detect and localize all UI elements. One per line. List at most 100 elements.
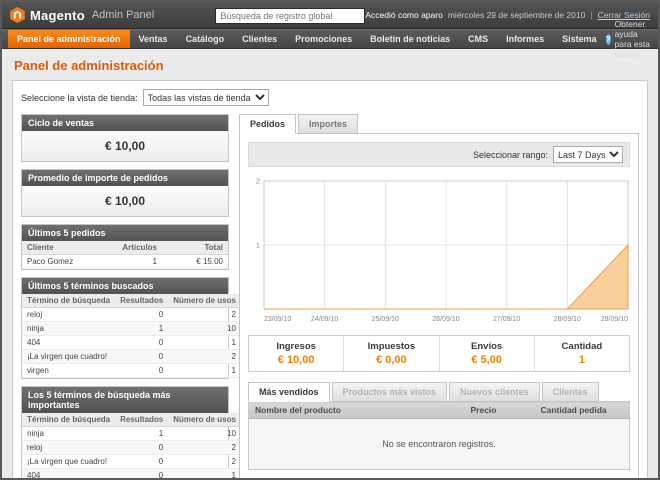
last-orders-table: ClienteArtículosTotal Paco Gomez1€ 15.00 bbox=[22, 241, 228, 269]
dashboard-frame: Seleccione la vista de tienda: Todas las… bbox=[12, 80, 648, 480]
nav-item-clientes[interactable]: Clientes bbox=[233, 30, 286, 48]
x-tick-label: 25/09/10 bbox=[372, 316, 399, 323]
nav-items: Panel de administraciónVentasCatálogoCli… bbox=[8, 30, 606, 48]
table-cell: 1 bbox=[168, 364, 241, 378]
tab-pedidos[interactable]: Pedidos bbox=[239, 114, 296, 134]
table-row[interactable]: Paco Gomez1€ 15.00 bbox=[22, 255, 228, 269]
table-cell: 2 bbox=[168, 455, 241, 469]
logo-subtext: Admin Panel bbox=[92, 9, 154, 21]
table-row[interactable]: reloj02 bbox=[22, 308, 241, 322]
table-cell: 0 bbox=[115, 469, 168, 480]
stat-label: Ingresos bbox=[251, 341, 341, 352]
box-title: Últimos 5 términos buscados bbox=[22, 278, 228, 294]
x-tick-label: 26/09/10 bbox=[432, 316, 459, 323]
table-header-row: Término de búsquedaResultadosNúmero de u… bbox=[22, 294, 241, 308]
table-cell: 404 bbox=[22, 469, 115, 480]
column-header: Cliente bbox=[22, 241, 114, 255]
help-link[interactable]: ? Obtener ayuda para esta página bbox=[606, 30, 660, 48]
table-row[interactable]: ninja110 bbox=[22, 427, 241, 441]
table-cell: 0 bbox=[115, 336, 168, 350]
top-header: Magento Admin Panel Accedió como aparo m… bbox=[2, 2, 658, 29]
table-cell: 1 bbox=[168, 336, 241, 350]
table-cell: 2 bbox=[168, 308, 241, 322]
user-area: Accedió como aparo miércoles 29 de septi… bbox=[365, 10, 650, 20]
x-tick-label: 23/09/10 bbox=[264, 316, 291, 323]
column-header: Resultados bbox=[115, 413, 168, 427]
chart-area: 1223/09/1024/09/1025/09/1026/09/1027/09/… bbox=[248, 173, 630, 329]
dashboard-sidebar: Ciclo de ventas € 10,00 Promedio de impo… bbox=[21, 114, 229, 480]
table-cell: 0 bbox=[115, 364, 168, 378]
table-cell: 10 bbox=[168, 322, 241, 336]
column-header: Término de búsqueda bbox=[22, 294, 115, 308]
stat-value: € 0,00 bbox=[346, 354, 436, 366]
table-cell: 1 bbox=[115, 322, 168, 336]
tab-productos-mas-vistos[interactable]: Productos más vistos bbox=[332, 382, 448, 402]
nav-item-panel-de-administracion[interactable]: Panel de administración bbox=[8, 30, 130, 48]
table-row[interactable]: 40401 bbox=[22, 469, 241, 480]
table-cell: 2 bbox=[168, 350, 241, 364]
top-search-terms-table: Término de búsquedaResultadosNúmero de u… bbox=[22, 413, 241, 480]
tab-nuevos-clientes[interactable]: Nuevos clientes bbox=[449, 382, 540, 402]
table-cell: 2 bbox=[168, 441, 241, 455]
y-tick-label: 2 bbox=[256, 177, 260, 186]
table-cell: 10 bbox=[168, 427, 241, 441]
table-cell: reloj bbox=[22, 441, 115, 455]
nav-item-informes[interactable]: Informes bbox=[497, 30, 553, 48]
stat-label: Cantidad bbox=[537, 341, 627, 352]
table-row[interactable]: 40401 bbox=[22, 336, 241, 350]
stat-value: 1 bbox=[537, 354, 627, 366]
nav-item-sistema[interactable]: Sistema bbox=[553, 30, 606, 48]
tab-mas-vendidos[interactable]: Más vendidos bbox=[248, 382, 330, 402]
store-view-label: Seleccione la vista de tienda: bbox=[21, 93, 138, 103]
table-cell: ¡La virgen que cuadro! bbox=[22, 350, 115, 364]
stat-ingresos: Ingresos € 10,00 bbox=[249, 336, 343, 371]
global-search-input[interactable] bbox=[215, 8, 365, 24]
nav-item-ventas[interactable]: Ventas bbox=[130, 30, 177, 48]
column-header: Total bbox=[162, 241, 228, 255]
dashboard-main: PedidosImportes Seleccionar rango: Last … bbox=[239, 114, 639, 479]
table-cell: 1 bbox=[115, 427, 168, 441]
orders-chart: 1223/09/1024/09/1025/09/1026/09/1027/09/… bbox=[248, 175, 632, 327]
store-view-select[interactable]: Todas las vistas de tienda bbox=[143, 89, 269, 106]
last-orders-box: Últimos 5 pedidos ClienteArtículosTotal … bbox=[21, 224, 229, 270]
table-row[interactable]: ¡La virgen que cuadro!02 bbox=[22, 455, 241, 469]
top-search-terms-box: Los 5 términos de búsqueda más important… bbox=[21, 386, 229, 480]
stat-value: € 5,00 bbox=[442, 354, 532, 366]
box-title: Ciclo de ventas bbox=[22, 115, 228, 131]
chart-tabs: PedidosImportes bbox=[239, 114, 639, 134]
table-cell: 0 bbox=[115, 350, 168, 364]
stat-label: Envíos bbox=[442, 341, 532, 352]
table-row[interactable]: virgen01 bbox=[22, 364, 241, 378]
nav-item-promociones[interactable]: Promociones bbox=[286, 30, 361, 48]
stat-value: € 10,00 bbox=[251, 354, 341, 366]
last-search-terms-box: Últimos 5 términos buscados Término de b… bbox=[21, 277, 229, 379]
logged-in-as: Accedió como aparo bbox=[365, 10, 443, 20]
table-row[interactable]: reloj02 bbox=[22, 441, 241, 455]
nav-item-catalogo[interactable]: Catálogo bbox=[177, 30, 234, 48]
tab-clientes[interactable]: Clientes bbox=[542, 382, 599, 402]
tab-importes[interactable]: Importes bbox=[298, 114, 358, 134]
nav-item-cms[interactable]: CMS bbox=[459, 30, 497, 48]
column-header: Nombre del producto bbox=[249, 402, 465, 419]
logo-text: Magento bbox=[30, 8, 85, 23]
empty-row: No se encontraron registros. bbox=[249, 419, 630, 470]
stat-cantidad: Cantidad 1 bbox=[534, 336, 629, 371]
nav-item-boletin-de-noticias[interactable]: Boletín de noticias bbox=[361, 30, 459, 48]
table-cell: ninja bbox=[22, 427, 115, 441]
table-cell: ninja bbox=[22, 322, 115, 336]
table-cell: Paco Gomez bbox=[22, 255, 114, 269]
box-title: Promedio de importe de pedidos bbox=[22, 170, 228, 186]
column-header: Término de búsqueda bbox=[22, 413, 115, 427]
global-search-area bbox=[215, 6, 365, 24]
current-date: miércoles 29 de septiembre de 2010 bbox=[448, 10, 586, 20]
range-select[interactable]: Last 7 Days bbox=[553, 146, 623, 163]
orders-panel: Seleccionar rango: Last 7 Days 1223/09/1… bbox=[239, 133, 639, 479]
column-header: Precio bbox=[465, 402, 535, 419]
table-header-row: ClienteArtículosTotal bbox=[22, 241, 228, 255]
help-icon: ? bbox=[606, 34, 611, 45]
magento-logo[interactable]: Magento Admin Panel bbox=[10, 7, 215, 23]
stat-label: Impuestos bbox=[346, 341, 436, 352]
column-header: Resultados bbox=[115, 294, 168, 308]
table-row[interactable]: ninja110 bbox=[22, 322, 241, 336]
table-row[interactable]: ¡La virgen que cuadro!02 bbox=[22, 350, 241, 364]
